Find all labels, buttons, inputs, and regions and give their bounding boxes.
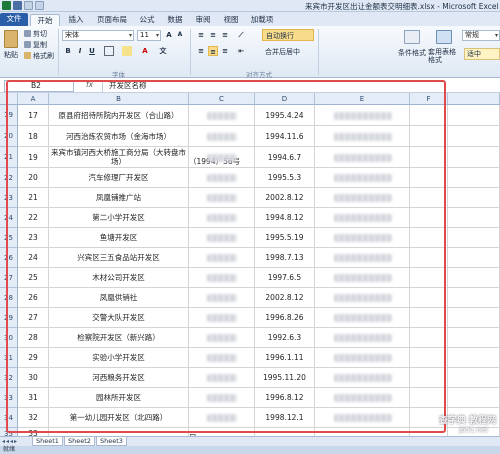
- tab-addins[interactable]: 加载项: [246, 14, 278, 26]
- cell-g[interactable]: [448, 147, 500, 168]
- align-left-icon[interactable]: ≡: [196, 46, 206, 56]
- merge-center-button[interactable]: 合并后居中: [265, 47, 300, 57]
- cell-g[interactable]: [448, 388, 500, 408]
- title-bar: 来宾市开发区出让金额表交明细表.xlsx - Microsoft Excel: [0, 0, 500, 12]
- align-center-icon[interactable]: ≡: [208, 46, 218, 56]
- cell-g[interactable]: [448, 368, 500, 388]
- sheet-tab-1[interactable]: Sheet1: [32, 437, 63, 446]
- status-bar: 就绪: [0, 446, 500, 454]
- sheet-nav-arrows[interactable]: ◂◂◂▸: [2, 437, 18, 446]
- window-title: 来宾市开发区出让金额表交明细表.xlsx - Microsoft Excel: [305, 2, 499, 11]
- cell-g[interactable]: [448, 168, 500, 188]
- save-icon[interactable]: [13, 1, 22, 10]
- wrap-text-label: 自动换行: [266, 32, 294, 40]
- wrap-text-button[interactable]: 自动换行: [262, 29, 314, 41]
- tab-file[interactable]: 文件: [0, 13, 28, 26]
- shrink-font-icon[interactable]: A: [175, 30, 185, 40]
- italic-icon[interactable]: I: [75, 46, 85, 56]
- excel-icon[interactable]: [2, 1, 11, 10]
- fill-color-icon[interactable]: [122, 46, 132, 56]
- undo-icon[interactable]: [24, 1, 33, 10]
- ribbon-tabs: 文件 开始 插入 页面布局 公式 数据 审阅 视图 加载项: [0, 12, 500, 26]
- table-format-icon: [436, 30, 452, 44]
- orientation-icon[interactable]: ⟋: [236, 30, 246, 40]
- cell-g[interactable]: [448, 308, 500, 328]
- quick-access-toolbar: [2, 1, 44, 10]
- cell-g[interactable]: [448, 268, 500, 288]
- format-painter-icon: [24, 52, 31, 59]
- align-bottom-icon[interactable]: ≡: [220, 30, 230, 40]
- tab-view[interactable]: 视图: [218, 14, 244, 26]
- border-icon[interactable]: [104, 46, 114, 56]
- format-painter-button[interactable]: 格式刷: [33, 51, 54, 61]
- align-right-icon[interactable]: ≡: [220, 46, 230, 56]
- watermark-url: jb51.net: [458, 426, 488, 434]
- paste-button[interactable]: 粘贴: [4, 50, 18, 60]
- tab-home[interactable]: 开始: [30, 14, 60, 26]
- sheet-tab-bar: ◂◂◂▸ Sheet1 Sheet2 Sheet3: [0, 436, 500, 446]
- tab-review[interactable]: 审阅: [190, 14, 216, 26]
- phonetic-icon[interactable]: 文: [158, 46, 168, 56]
- tab-formulas[interactable]: 公式: [134, 14, 160, 26]
- column-header-g[interactable]: [448, 93, 500, 105]
- table-format-button[interactable]: 套用表格格式: [428, 48, 460, 64]
- ribbon-separator: [58, 29, 59, 75]
- bold-icon[interactable]: B: [63, 46, 73, 56]
- cell-g[interactable]: [448, 348, 500, 368]
- underline-icon[interactable]: U: [87, 46, 97, 56]
- redo-icon[interactable]: [35, 1, 44, 10]
- ribbon-separator: [190, 29, 191, 75]
- cell-g[interactable]: [448, 328, 500, 348]
- cell-g[interactable]: [448, 105, 500, 126]
- number-format-combo[interactable]: 常规: [462, 30, 500, 41]
- tab-page-layout[interactable]: 页面布局: [92, 14, 132, 26]
- alignment-group-label: 对齐方式: [246, 71, 272, 79]
- watermark: 查字典 教程网: [438, 416, 496, 426]
- highlight-frame: [6, 80, 446, 433]
- tab-data[interactable]: 数据: [162, 14, 188, 26]
- align-top-icon[interactable]: ≡: [196, 30, 206, 40]
- cell-g[interactable]: [448, 188, 500, 208]
- cell-g[interactable]: [448, 126, 500, 147]
- copy-icon: [24, 41, 31, 48]
- cell-g[interactable]: [448, 248, 500, 268]
- cut-button[interactable]: 剪切: [33, 29, 47, 39]
- cell-g[interactable]: [448, 228, 500, 248]
- cell-g[interactable]: [448, 208, 500, 228]
- ribbon-separator: [318, 29, 319, 75]
- conditional-format-button[interactable]: 条件格式: [398, 48, 426, 58]
- sheet-tab-2[interactable]: Sheet2: [64, 437, 95, 446]
- grow-font-icon[interactable]: A: [164, 30, 174, 40]
- ribbon: 粘贴 剪切 复制 格式刷 宋体 11 A A B I U A 文 字体 ≡ ≡ …: [0, 26, 500, 79]
- decrease-indent-icon[interactable]: ⇤: [236, 46, 246, 56]
- conditional-format-icon: [404, 30, 420, 44]
- font-size-combo[interactable]: 11: [137, 30, 161, 41]
- font-name-combo[interactable]: 宋体: [62, 30, 134, 41]
- cut-icon: [24, 30, 31, 37]
- paste-icon[interactable]: [4, 30, 18, 48]
- tab-insert[interactable]: 插入: [62, 14, 90, 26]
- cell-g[interactable]: [448, 288, 500, 308]
- align-middle-icon[interactable]: ≡: [208, 30, 218, 40]
- copy-button[interactable]: 复制: [33, 40, 47, 50]
- font-color-icon[interactable]: A: [140, 46, 150, 56]
- font-group-label: 字体: [112, 71, 125, 79]
- sheet-tab-3[interactable]: Sheet3: [96, 437, 127, 446]
- cell-style-neutral[interactable]: 适中: [464, 48, 500, 60]
